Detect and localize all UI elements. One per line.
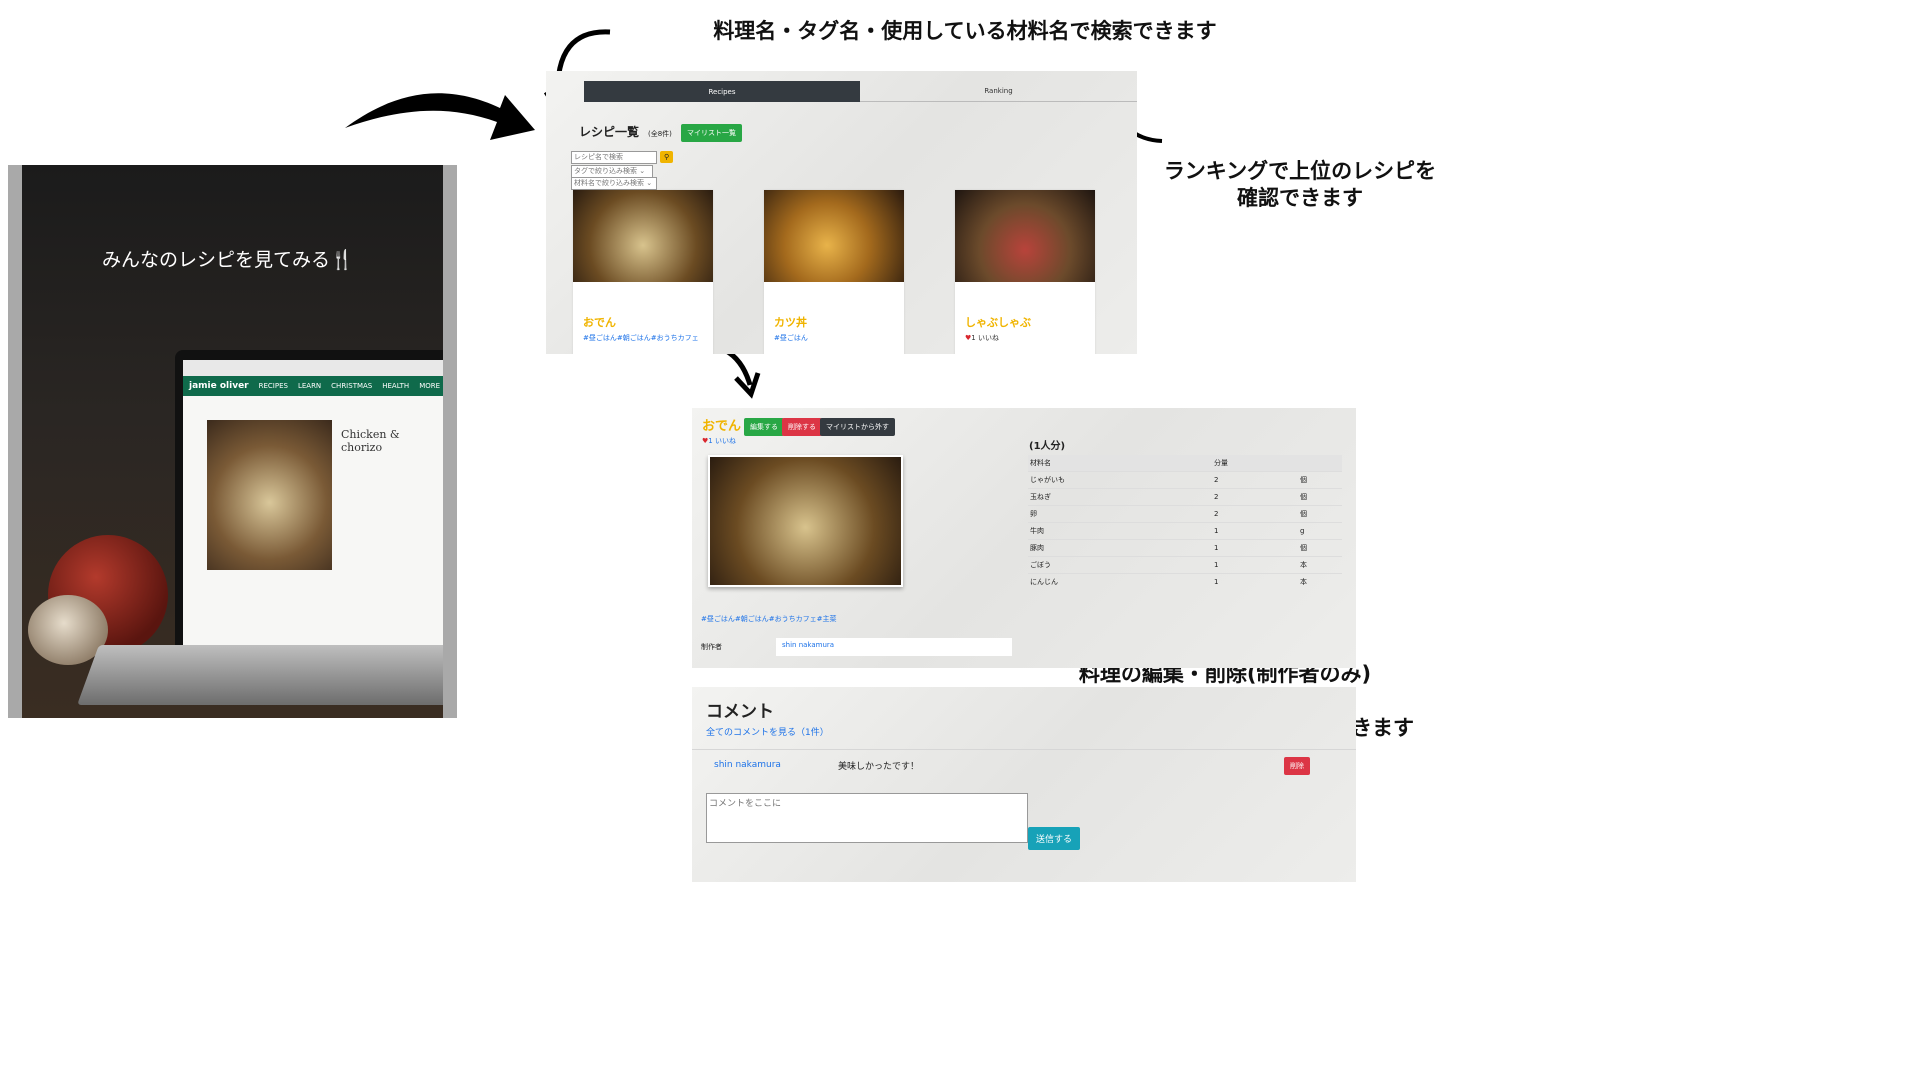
recipe-tags[interactable]: #昼ごはん xyxy=(774,333,808,343)
delete-button[interactable]: 削除する xyxy=(782,418,822,436)
ingredient-qty: 1 xyxy=(1212,573,1298,590)
chevron-down-icon: ⌄ xyxy=(639,167,646,175)
big-arrow-icon xyxy=(345,93,535,140)
recipe-list-panel: Recipes Ranking レシピ一覧 (全8件) マイリスト一覧 レシピ名… xyxy=(546,71,1137,354)
comment-text: 美味しかったです！ xyxy=(838,762,920,772)
author-label: 制作者 xyxy=(701,643,722,651)
edit-button[interactable]: 編集する xyxy=(744,418,784,436)
table-row: にんじん 1 本 xyxy=(1028,573,1342,590)
table-row: 玉ねぎ 2 個 xyxy=(1028,488,1342,506)
chevron-down-icon: ⌄ xyxy=(646,179,653,187)
oden-photo xyxy=(573,190,713,282)
ingredient-name: ごぼう xyxy=(1028,556,1212,574)
mylist-remove-button[interactable]: マイリストから外す xyxy=(820,418,895,436)
ingredient-qty: 1 xyxy=(1212,556,1298,574)
comments-heading: コメント xyxy=(706,702,774,722)
ingredients-table: 材料名 分量 じゃがいも 2 個 玉ねぎ 2 個 卵2個 牛肉 1 g 豚肉 1 個 ごぼう 1 本… xyxy=(1028,455,1342,590)
shabushabu-photo xyxy=(955,190,1095,282)
view-all-comments-link[interactable]: 全てのコメントを見る（1件） xyxy=(706,725,829,738)
ingredient-unit: 個 xyxy=(1298,505,1342,523)
comment-user[interactable]: shin nakamura xyxy=(714,760,781,770)
ingredient-unit: 本 xyxy=(1298,573,1342,590)
recipe-title[interactable]: おでん xyxy=(583,314,616,330)
table-row: 卵2個 xyxy=(1028,505,1342,523)
ingredient-name: 卵 xyxy=(1028,505,1212,523)
recipe-card[interactable]: おでん #昼ごはん#朝ごはん#おうちカフェ xyxy=(573,190,713,354)
search-button[interactable]: ⚲ xyxy=(660,151,674,163)
katsudon-photo xyxy=(764,190,904,282)
tab-recipes[interactable]: Recipes xyxy=(584,81,860,102)
table-row: 豚肉 1 個 xyxy=(1028,539,1342,557)
recipe-title[interactable]: しゃぶしゃぶ xyxy=(965,314,1031,330)
table-row: 牛肉 1 g xyxy=(1028,522,1342,540)
recipe-card[interactable]: しゃぶしゃぶ ♥1 いいね xyxy=(955,190,1095,354)
search-input[interactable]: レシピ名で検索 xyxy=(571,151,657,164)
author-link[interactable]: shin nakamura xyxy=(776,638,1012,656)
ingredient-unit: 本 xyxy=(1298,556,1342,574)
like-label: 1 いいね xyxy=(971,334,999,342)
ingredient-qty: 2 xyxy=(1212,505,1298,523)
ingredient-qty: 1 xyxy=(1212,522,1298,540)
comments-panel: コメント 全てのコメントを見る（1件） shin nakamura 美味しかった… xyxy=(692,687,1356,882)
recipe-title[interactable]: カツ丼 xyxy=(774,314,807,330)
like-label: 1 いいね xyxy=(708,437,736,445)
ingredient-name: じゃがいも xyxy=(1028,471,1212,489)
ingredient-filter-select[interactable]: 材料名で絞り込み検索 ⌄ xyxy=(571,177,657,190)
ingredient-unit: 個 xyxy=(1298,488,1342,506)
detail-title: おでん xyxy=(702,419,742,434)
comment-delete-button[interactable]: 削除 xyxy=(1284,757,1310,775)
ingredient-qty: 1 xyxy=(1212,539,1298,557)
tab-ranking[interactable]: Ranking xyxy=(860,81,1137,102)
page-title: レシピ一覧 xyxy=(579,125,640,139)
oden-photo xyxy=(708,455,903,587)
tab-bar: Recipes Ranking xyxy=(584,81,1137,102)
ingredient-name: 玉ねぎ xyxy=(1028,488,1212,506)
comment-textarea[interactable] xyxy=(706,793,1028,843)
ingredient-name: 豚肉 xyxy=(1028,539,1212,557)
column-header: 分量 xyxy=(1212,455,1298,472)
table-row: ごぼう 1 本 xyxy=(1028,556,1342,574)
servings: (1人分) xyxy=(1029,441,1066,452)
ingredient-name: 牛肉 xyxy=(1028,522,1212,540)
ingredient-unit: g xyxy=(1298,522,1342,540)
column-header xyxy=(1298,455,1342,472)
column-header: 材料名 xyxy=(1028,455,1212,472)
ingredient-unit: 個 xyxy=(1298,539,1342,557)
recipe-tags[interactable]: #昼ごはん#朝ごはん#おうちカフェ xyxy=(583,333,699,343)
ingredient-name: にんじん xyxy=(1028,573,1212,590)
recipe-card[interactable]: カツ丼 #昼ごはん xyxy=(764,190,904,354)
tag-filter-label: タグで絞り込み検索 xyxy=(574,167,637,175)
divider xyxy=(692,749,1356,750)
ingredient-filter-label: 材料名で絞り込み検索 xyxy=(574,179,644,187)
ingredient-qty: 2 xyxy=(1212,488,1298,506)
search-icon: ⚲ xyxy=(664,153,670,161)
submit-comment-button[interactable]: 送信する xyxy=(1028,827,1081,850)
like-button[interactable]: ♥1 いいね xyxy=(702,436,736,446)
mylist-button[interactable]: マイリスト一覧 xyxy=(681,124,742,142)
ingredient-qty: 2 xyxy=(1212,471,1298,489)
recipe-count: (全8件) xyxy=(648,130,672,138)
recipe-detail-panel: おでん 編集する 削除する マイリストから外す ♥1 いいね (1人分) 材料名… xyxy=(692,408,1356,668)
table-row: じゃがいも 2 個 xyxy=(1028,471,1342,489)
like-count[interactable]: ♥1 いいね xyxy=(965,333,999,343)
table-header: 材料名 分量 xyxy=(1028,455,1342,472)
ingredient-unit: 個 xyxy=(1298,471,1342,489)
detail-tags[interactable]: #昼ごはん#朝ごはん#おうちカフェ#主菜 xyxy=(701,614,836,624)
